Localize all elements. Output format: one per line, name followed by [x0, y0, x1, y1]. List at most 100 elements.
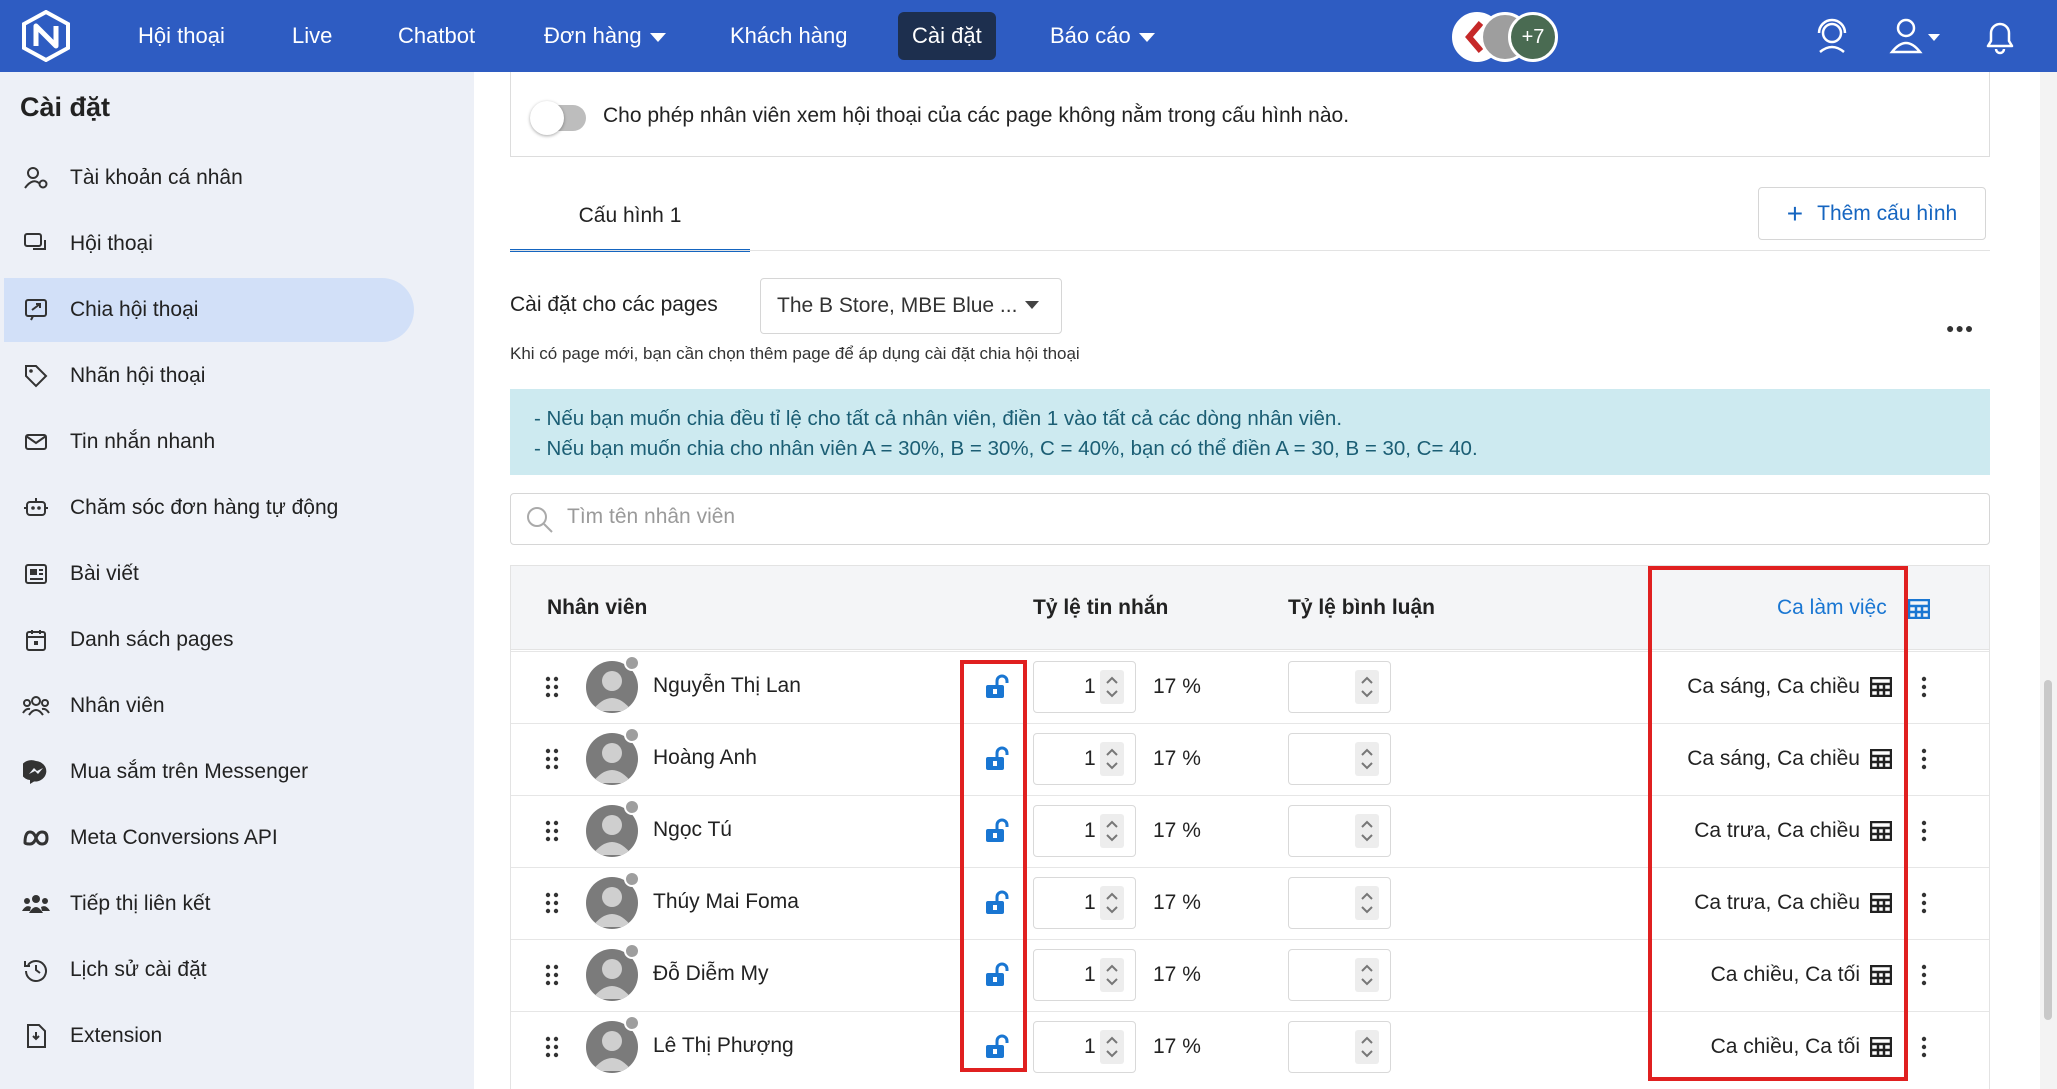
stepper-icon[interactable] — [1100, 670, 1124, 704]
nav-don-hang[interactable]: Đơn hàng — [530, 12, 680, 60]
sidebar-item-tin-nhan-nhanh[interactable]: Tin nhắn nhanh — [4, 410, 414, 474]
shift-column-highlight — [1648, 566, 1908, 1081]
sidebar-item-meta-conversions[interactable]: Meta Conversions API — [4, 806, 414, 870]
sidebar-item-label: Lịch sử cài đặt — [70, 958, 207, 981]
pages-select[interactable]: The B Store, MBE Blue ... — [760, 278, 1062, 334]
chevron-down-icon — [1138, 32, 1155, 42]
support-agent-icon[interactable] — [1812, 16, 1852, 56]
drag-handle-icon[interactable] — [545, 676, 559, 698]
pages-hint: Khi có page mới, bạn cần chọn thêm page … — [510, 344, 1080, 363]
nav-chatbot[interactable]: Chatbot — [384, 12, 489, 60]
stepper-icon[interactable] — [1100, 958, 1124, 992]
calendar-icon — [22, 626, 50, 654]
sidebar-item-nhan-hoi-thoai[interactable]: Nhãn hội thoại — [4, 344, 414, 408]
info-line: - Nếu bạn muốn chia cho nhân viên A = 30… — [534, 437, 1478, 460]
staff-name: Thúy Mai Foma — [653, 890, 799, 913]
robot-icon — [22, 494, 50, 522]
stepper-icon[interactable] — [1355, 1030, 1379, 1064]
row-menu-icon[interactable] — [1920, 676, 1928, 698]
sidebar-item-danh-sach-pages[interactable]: Danh sách pages — [4, 608, 414, 672]
tab-cau-hinh-1[interactable]: Cấu hình 1 — [510, 190, 750, 252]
sidebar-item-extension[interactable]: Extension — [4, 1004, 414, 1068]
sidebar-item-label: Hội thoại — [70, 232, 153, 255]
row-menu-icon[interactable] — [1920, 820, 1928, 842]
stepper-icon[interactable] — [1355, 958, 1379, 992]
sidebar-item-label: Mua sắm trên Messenger — [70, 760, 309, 783]
add-config-button[interactable]: + Thêm cấu hình — [1758, 187, 1986, 240]
stepper-icon[interactable] — [1100, 742, 1124, 776]
search-placeholder: Tìm tên nhân viên — [567, 505, 736, 528]
sidebar-item-label: Nhãn hội thoại — [70, 364, 206, 387]
msg-ratio-value: 1 — [1084, 819, 1096, 842]
drag-handle-icon[interactable] — [545, 892, 559, 914]
sidebar-item-chia-hoi-thoai[interactable]: Chia hội thoại — [4, 278, 414, 342]
nav-live[interactable]: Live — [278, 12, 346, 60]
history-icon — [22, 956, 50, 984]
staff-name: Lê Thị Phượng — [653, 1034, 794, 1057]
msg-ratio-percent: 17 % — [1153, 963, 1201, 986]
stepper-icon[interactable] — [1100, 1030, 1124, 1064]
stepper-icon[interactable] — [1100, 886, 1124, 920]
drag-handle-icon[interactable] — [545, 820, 559, 842]
status-dot — [624, 727, 640, 743]
search-icon — [527, 507, 553, 533]
chevron-down-icon — [649, 32, 666, 42]
drag-handle-icon[interactable] — [545, 964, 559, 986]
nav-bao-cao-label: Báo cáo — [1050, 23, 1131, 48]
sidebar-item-hoi-thoai[interactable]: Hội thoại — [4, 212, 414, 276]
sidebar-item-label: Bài viết — [70, 562, 139, 585]
plus-icon: + — [1786, 197, 1804, 229]
sidebar-item-nhan-vien[interactable]: Nhân viên — [4, 674, 414, 738]
staff-name: Hoàng Anh — [653, 746, 757, 769]
chevron-down-icon — [1025, 301, 1039, 309]
col-header-comment-ratio: Tỷ lệ bình luận — [1288, 596, 1436, 619]
stepper-icon[interactable] — [1100, 814, 1124, 848]
sidebar-item-tiep-thi-lien-ket[interactable]: Tiếp thị liên kết — [4, 872, 414, 936]
sidebar-item-lich-su[interactable]: Lịch sử cài đặt — [4, 938, 414, 1002]
lock-column-highlight — [960, 660, 1027, 1072]
msg-ratio-percent: 17 % — [1153, 675, 1201, 698]
sidebar-item-label: Chia hội thoại — [70, 298, 199, 321]
sidebar-item-bai-viet[interactable]: Bài viết — [4, 542, 414, 606]
status-dot — [624, 655, 640, 671]
page-avatars[interactable]: +7 — [1452, 12, 1560, 62]
sidebar-item-label: Tin nhắn nhanh — [70, 430, 216, 453]
table-grid-icon[interactable] — [1908, 599, 1930, 619]
account-menu-icon[interactable] — [1888, 16, 1942, 56]
scrollbar-thumb[interactable] — [2044, 680, 2052, 1020]
tag-icon — [22, 362, 50, 390]
row-menu-icon[interactable] — [1920, 1036, 1928, 1058]
share-chat-icon — [22, 296, 50, 324]
row-menu-icon[interactable] — [1920, 964, 1928, 986]
row-menu-icon[interactable] — [1920, 748, 1928, 770]
staff-name: Ngọc Tú — [653, 818, 732, 841]
stepper-icon[interactable] — [1355, 886, 1379, 920]
nav-bao-cao[interactable]: Báo cáo — [1036, 12, 1169, 60]
nav-hoi-thoai[interactable]: Hội thoại — [124, 12, 239, 60]
pages-select-value: The B Store, MBE Blue ... — [777, 294, 1018, 317]
msg-ratio-value: 1 — [1084, 891, 1096, 914]
stepper-icon[interactable] — [1355, 814, 1379, 848]
stepper-icon[interactable] — [1355, 670, 1379, 704]
tab-divider — [510, 250, 1990, 251]
nav-cai-dat[interactable]: Cài đặt — [898, 12, 996, 60]
status-dot — [624, 871, 640, 887]
nav-khach-hang[interactable]: Khách hàng — [716, 12, 861, 60]
sidebar-item-label: Meta Conversions API — [70, 826, 278, 849]
sidebar-item-mua-sam-messenger[interactable]: Mua sắm trên Messenger — [4, 740, 414, 804]
msg-ratio-value: 1 — [1084, 747, 1096, 770]
row-menu-icon[interactable] — [1920, 892, 1928, 914]
sidebar-item-cham-soc-don-hang[interactable]: Chăm sóc đơn hàng tự động — [4, 476, 414, 540]
more-options-icon[interactable]: ●●● — [1946, 320, 1974, 336]
stepper-icon[interactable] — [1355, 742, 1379, 776]
drag-handle-icon[interactable] — [545, 748, 559, 770]
sidebar-item-tai-khoan[interactable]: Tài khoản cá nhân — [4, 146, 414, 210]
staff-name: Đỗ Diễm My — [653, 962, 769, 985]
toggle-knob[interactable] — [530, 101, 564, 135]
drag-handle-icon[interactable] — [545, 1036, 559, 1058]
bell-icon[interactable] — [1980, 16, 2020, 56]
messenger-icon — [22, 758, 50, 786]
sidebar-item-label: Extension — [70, 1024, 163, 1047]
msg-ratio-percent: 17 % — [1153, 747, 1201, 770]
app-logo-icon[interactable] — [20, 10, 72, 62]
